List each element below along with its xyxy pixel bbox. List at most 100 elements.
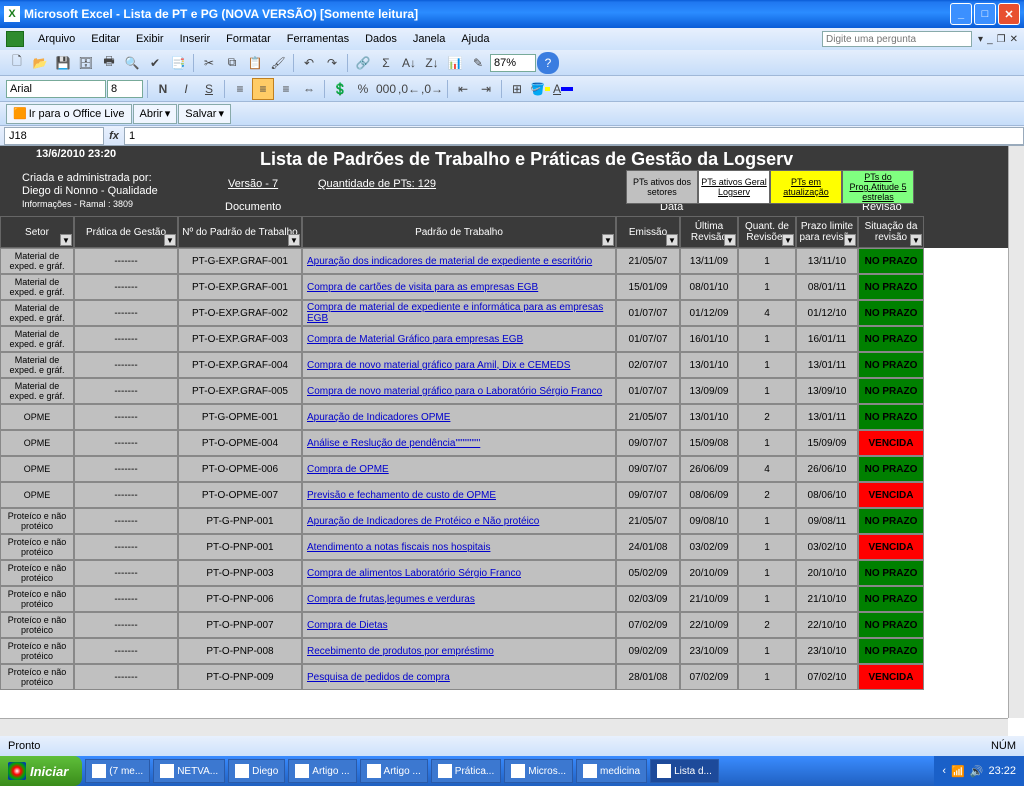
table-row[interactable]: OPME-------PT-O-OPME-007Previsão e fecha… <box>0 482 1024 508</box>
table-row[interactable]: Proteíco e não protéico-------PT-O-PNP-0… <box>0 638 1024 664</box>
filter-dropdown-icon[interactable]: ▼ <box>602 234 614 246</box>
filter-dropdown-icon[interactable]: ▼ <box>724 234 736 246</box>
print-icon[interactable]: 🖶 <box>98 52 120 74</box>
tray-chevron-icon[interactable]: ‹ <box>942 765 946 777</box>
taskbar-task[interactable]: Prática... <box>431 759 501 783</box>
zoom-input[interactable]: 87% <box>490 54 536 72</box>
table-row[interactable]: Material de exped. e gráf.-------PT-G-EX… <box>0 248 1024 274</box>
taskbar-task[interactable]: Micros... <box>504 759 573 783</box>
col-padrao[interactable]: Padrão de Trabalho▼ <box>302 216 616 248</box>
menu-ajuda[interactable]: Ajuda <box>453 30 497 48</box>
col-situacao[interactable]: Situação da revisão▼ <box>858 216 924 248</box>
percent-button[interactable]: % <box>352 78 374 100</box>
cell-padrao-link[interactable]: Análise e Reslução de pendência""""""" <box>302 430 616 456</box>
maximize-button[interactable]: □ <box>974 3 996 25</box>
cell-padrao-link[interactable]: Compra de novo material gráfico para o L… <box>302 378 616 404</box>
align-left-button[interactable]: ≡ <box>229 78 251 100</box>
increase-decimal-button[interactable]: ,0← <box>398 78 420 100</box>
col-quant-revisoes[interactable]: Quant. de Revisões▼ <box>738 216 796 248</box>
col-ult-revisao[interactable]: Última Revisão▼ <box>680 216 738 248</box>
menu-ferramentas[interactable]: Ferramentas <box>279 30 357 48</box>
close-button[interactable]: ✕ <box>998 3 1020 25</box>
cell-padrao-link[interactable]: Previsão e fechamento de custo de OPME <box>302 482 616 508</box>
autosum-icon[interactable]: Σ <box>375 52 397 74</box>
office-live-open-button[interactable]: Abrir ▾ <box>133 104 178 124</box>
taskbar-task[interactable]: (7 me... <box>85 759 150 783</box>
menu-exibir[interactable]: Exibir <box>128 30 172 48</box>
format-painter-icon[interactable]: 🖌 <box>267 52 289 74</box>
cell-padrao-link[interactable]: Pesquisa de pedidos de compra <box>302 664 616 690</box>
permission-icon[interactable]: 🗄 <box>75 52 97 74</box>
copy-icon[interactable]: ⧉ <box>221 52 243 74</box>
table-row[interactable]: OPME-------PT-G-OPME-001Apuração de Indi… <box>0 404 1024 430</box>
taskbar-task[interactable]: Diego <box>228 759 285 783</box>
system-tray[interactable]: ‹ 📶 🔊 23:22 <box>934 756 1024 786</box>
doc-close-button[interactable]: ✕ <box>1010 34 1018 45</box>
filter-dropdown-icon[interactable]: ▼ <box>666 234 678 246</box>
taskbar-task[interactable]: Lista d... <box>650 759 719 783</box>
table-row[interactable]: Material de exped. e gráf.-------PT-O-EX… <box>0 274 1024 300</box>
cell-padrao-link[interactable]: Compra de frutas,legumes e verduras <box>302 586 616 612</box>
increase-indent-button[interactable]: ⇥ <box>475 78 497 100</box>
col-pratica[interactable]: Prática de Gestão▼ <box>74 216 178 248</box>
name-box[interactable]: J18 <box>4 127 104 145</box>
col-emissao[interactable]: Emissão▼ <box>616 216 680 248</box>
help-icon[interactable]: ? <box>537 52 559 74</box>
filter-setores-button[interactable]: PTs ativos dos setores <box>626 170 698 204</box>
table-row[interactable]: OPME-------PT-O-OPME-004Análise e Resluç… <box>0 430 1024 456</box>
sort-asc-icon[interactable]: A↓ <box>398 52 420 74</box>
menu-editar[interactable]: Editar <box>83 30 128 48</box>
filter-dropdown-icon[interactable]: ▼ <box>782 234 794 246</box>
filter-atitude-button[interactable]: PTs do Prog.Atitude 5 estrelas <box>842 170 914 204</box>
decrease-decimal-button[interactable]: ,0→ <box>421 78 443 100</box>
hyperlink-icon[interactable]: 🔗 <box>352 52 374 74</box>
filter-dropdown-icon[interactable]: ▼ <box>910 234 922 246</box>
taskbar-task[interactable]: Artigo ... <box>360 759 428 783</box>
office-live-save-button[interactable]: Salvar ▾ <box>178 104 231 124</box>
cell-padrao-link[interactable]: Compra de novo material gráfico para Ami… <box>302 352 616 378</box>
cell-padrao-link[interactable]: Apuração de Indicadores OPME <box>302 404 616 430</box>
table-row[interactable]: Proteíco e não protéico-------PT-G-PNP-0… <box>0 508 1024 534</box>
cell-padrao-link[interactable]: Compra de cartões de visita para as empr… <box>302 274 616 300</box>
print-preview-icon[interactable]: 🔍 <box>121 52 143 74</box>
cell-padrao-link[interactable]: Compra de alimentos Laboratório Sérgio F… <box>302 560 616 586</box>
taskbar-task[interactable]: medicina <box>576 759 647 783</box>
office-logo-icon[interactable] <box>6 31 24 47</box>
horizontal-scrollbar[interactable] <box>0 718 1008 736</box>
go-office-live-button[interactable]: 🟧 Ir para o Office Live <box>6 104 132 124</box>
new-icon[interactable]: 🗋 <box>6 52 28 74</box>
font-color-button[interactable]: A <box>552 78 574 100</box>
chart-wizard-icon[interactable]: 📊 <box>444 52 466 74</box>
font-size-input[interactable]: 8 <box>107 80 143 98</box>
taskbar-task[interactable]: NETVA... <box>153 759 225 783</box>
italic-button[interactable]: I <box>175 78 197 100</box>
clock[interactable]: 23:22 <box>988 765 1016 777</box>
doc-restore-button[interactable]: ❐ <box>997 34 1006 45</box>
filter-atualizacao-button[interactable]: PTs em atualização <box>770 170 842 204</box>
cell-padrao-link[interactable]: Apuração dos indicadores de material de … <box>302 248 616 274</box>
open-icon[interactable]: 📂 <box>29 52 51 74</box>
table-row[interactable]: Proteíco e não protéico-------PT-O-PNP-0… <box>0 534 1024 560</box>
table-row[interactable]: Material de exped. e gráf.-------PT-O-EX… <box>0 378 1024 404</box>
research-icon[interactable]: 📑 <box>167 52 189 74</box>
menu-dados[interactable]: Dados <box>357 30 405 48</box>
start-button[interactable]: Iniciar <box>0 756 82 786</box>
table-row[interactable]: Material de exped. e gráf.-------PT-O-EX… <box>0 352 1024 378</box>
currency-button[interactable]: 💲 <box>329 78 351 100</box>
paste-icon[interactable]: 📋 <box>244 52 266 74</box>
drawing-icon[interactable]: ✎ <box>467 52 489 74</box>
font-name-input[interactable]: Arial <box>6 80 106 98</box>
cut-icon[interactable]: ✂ <box>198 52 220 74</box>
formula-input[interactable]: 1 <box>124 127 1024 145</box>
bold-button[interactable]: N <box>152 78 174 100</box>
taskbar-task[interactable]: Artigo ... <box>288 759 356 783</box>
filter-dropdown-icon[interactable]: ▼ <box>60 234 72 246</box>
doc-minimize-button[interactable]: _ <box>987 34 993 45</box>
menu-formatar[interactable]: Formatar <box>218 30 279 48</box>
ask-question-input[interactable] <box>822 31 972 47</box>
undo-icon[interactable]: ↶ <box>298 52 320 74</box>
table-row[interactable]: Material de exped. e gráf.-------PT-O-EX… <box>0 326 1024 352</box>
tray-volume-icon[interactable]: 🔊 <box>970 765 984 778</box>
vertical-scrollbar[interactable] <box>1008 146 1024 718</box>
filter-dropdown-icon[interactable]: ▼ <box>844 234 856 246</box>
